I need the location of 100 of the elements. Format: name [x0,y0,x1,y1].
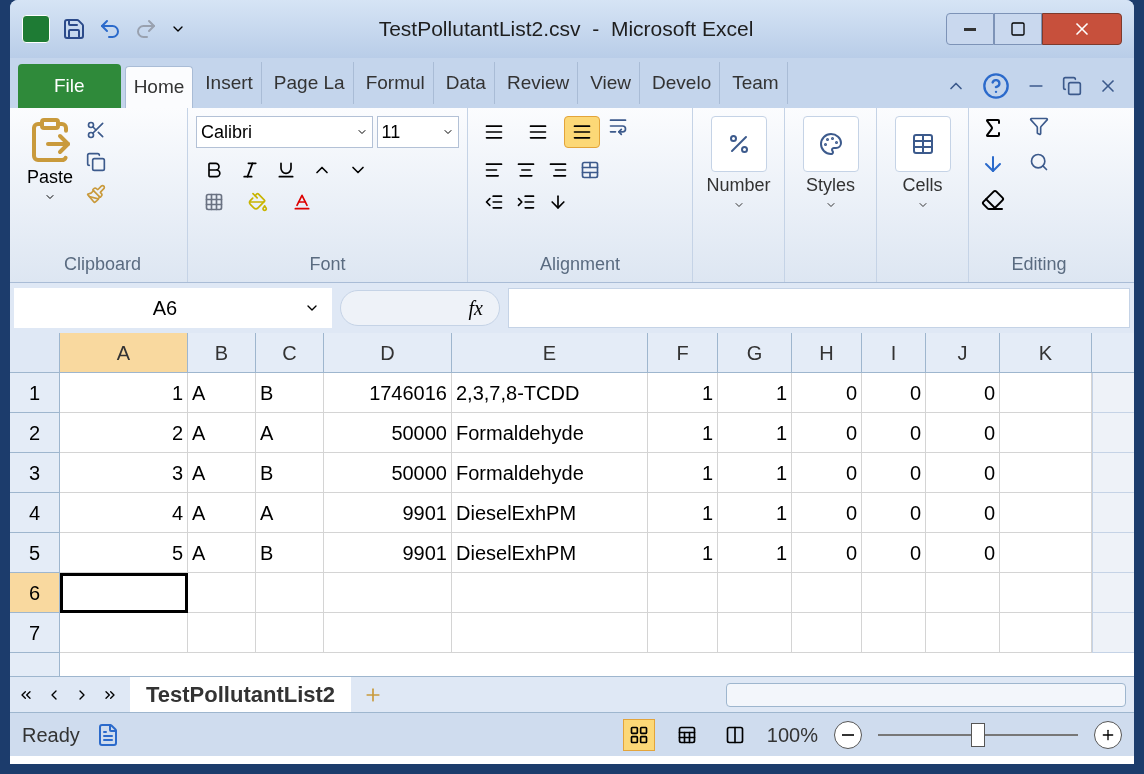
vertical-align-button[interactable] [564,116,600,148]
scrollbar-track[interactable] [1092,493,1134,533]
borders-icon[interactable] [204,192,224,212]
table-cell: 0 [926,413,1000,453]
scrollbar-top[interactable] [1092,333,1134,373]
table-cell: A [188,493,256,533]
underline-icon[interactable] [276,160,296,180]
scrollbar-track[interactable] [1092,373,1134,413]
group-label: Clipboard [63,253,141,276]
formula-field[interactable] [508,288,1130,328]
merge-icon[interactable] [580,160,600,180]
table-cell: 1746016 [324,373,452,413]
minimize-button[interactable] [946,13,994,45]
table-cell: 0 [792,453,862,493]
column-header[interactable]: A [60,333,188,373]
find-icon[interactable] [1029,152,1049,172]
ribbon-tab[interactable]: Home [124,66,194,108]
row-header[interactable]: 5 [10,533,60,573]
function-button[interactable]: fx [340,290,500,326]
number-button[interactable]: Number [706,116,771,211]
table-cell: 0 [926,533,1000,573]
table-cell: 1 [718,373,792,413]
table-cell: A [256,493,324,533]
row-header[interactable]: 3 [10,453,60,493]
column-header[interactable]: B [188,333,256,373]
styles-button[interactable]: Styles [802,116,859,211]
column-header[interactable]: D [324,333,452,373]
align-right-icon[interactable] [548,160,568,180]
decrease-indent-icon[interactable] [484,192,504,212]
scrollbar-track[interactable] [1092,453,1134,493]
save-icon[interactable] [62,17,86,41]
table-cell: 1 [718,413,792,453]
row-header[interactable]: 4 [10,493,60,533]
ribbon-tab[interactable]: Data [437,62,495,104]
row-header[interactable]: 6 [10,573,60,613]
ribbon-tab[interactable]: Review [498,62,579,104]
scrollbar-track[interactable] [1092,533,1134,573]
column-header[interactable]: J [926,333,1000,373]
fill-color-icon[interactable] [248,192,268,212]
help-icon[interactable] [982,72,1010,100]
sheet-tab[interactable]: TestPollutantList2 [130,677,352,712]
table-cell: 0 [862,493,926,533]
row-header[interactable]: 2 [10,413,60,453]
scrollbar-track[interactable] [1092,573,1134,613]
scrollbar-track[interactable] [1092,613,1134,653]
table-cell [792,613,862,653]
ribbon-tab[interactable]: Insert [197,62,262,104]
zoom-in-button[interactable] [1094,720,1122,749]
maximize-button[interactable] [994,13,1042,45]
horizontal-scrollbar[interactable] [726,682,1126,707]
font-size-field[interactable]: 11 [376,116,459,148]
status-text: Ready [22,722,80,748]
scrollbar-track[interactable] [1092,413,1134,453]
cells-icon [910,132,935,156]
sort-filter-icon[interactable] [1029,116,1049,136]
font-color-icon[interactable] [292,192,312,212]
view-button[interactable] [622,718,655,751]
column-header[interactable]: F [648,333,718,373]
table-cell: 1 [718,453,792,493]
italic-icon[interactable] [240,160,260,180]
align-left-icon[interactable] [484,160,504,180]
view-icon [628,724,649,745]
undo-icon[interactable] [98,17,122,41]
cells-button[interactable]: Cells [894,116,951,211]
column-header[interactable]: I [862,333,926,373]
name-box[interactable]: A6 [14,288,332,328]
table-cell: A [188,453,256,493]
copy-icon[interactable] [86,152,106,172]
zoom-out-button[interactable] [834,720,862,749]
file-tab[interactable]: File [18,64,121,108]
table-cell: 0 [926,453,1000,493]
ribbon-tab[interactable]: Page La [265,62,354,104]
cut-icon[interactable] [86,120,106,140]
row-header[interactable]: 7 [10,613,60,653]
ribbon-tab[interactable]: Formul [357,62,434,104]
clear-icon[interactable] [981,188,1005,212]
column-header[interactable]: K [1000,333,1092,373]
slider-thumb[interactable] [971,722,985,747]
close-button[interactable] [1042,13,1122,45]
restore-icon[interactable] [1062,76,1082,96]
increase-indent-icon[interactable] [516,192,536,212]
ribbon-tab[interactable]: Develo [644,62,721,104]
ribbon-tab[interactable]: View [582,62,641,104]
table-cell: 0 [792,373,862,413]
zoom-slider[interactable] [878,722,1078,747]
table-cell: 1 [60,373,188,413]
font-name-field[interactable]: Calibri [196,116,373,148]
paste-button[interactable]: Paste [26,116,74,251]
column-header[interactable]: C [256,333,324,373]
column-header[interactable]: G [718,333,792,373]
table-cell: 9901 [324,493,452,533]
table-cell: 5 [60,533,188,573]
table-cell: 1 [648,413,718,453]
table-cell [862,613,926,653]
wrap-text-icon[interactable] [608,116,628,136]
column-header[interactable]: E [452,333,648,373]
row-header[interactable]: 1 [10,373,60,413]
align-center-icon[interactable] [516,160,536,180]
ribbon-tab[interactable]: Team [724,62,788,104]
column-header[interactable]: H [792,333,862,373]
